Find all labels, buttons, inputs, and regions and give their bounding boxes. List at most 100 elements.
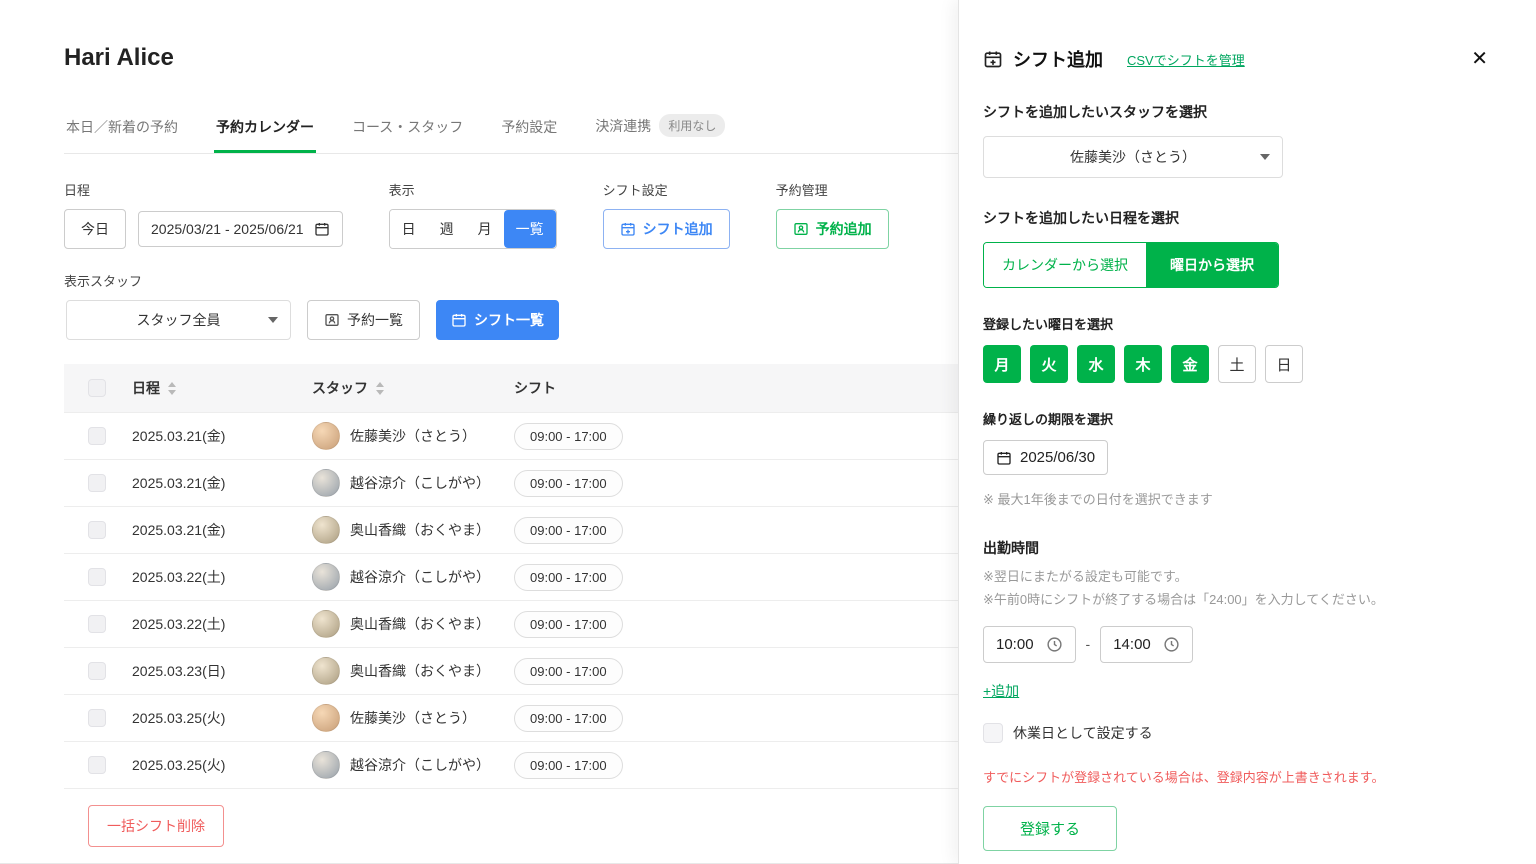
shift-setting-label: シフト設定 bbox=[603, 180, 730, 199]
drawer-staff-select[interactable]: 佐藤美沙（さとう） bbox=[983, 136, 1283, 178]
view-option-button[interactable]: 日 bbox=[390, 210, 428, 248]
time-range-row: 10:00 - 14:00 bbox=[983, 626, 1488, 663]
table-row[interactable]: 2025.03.22(土) 奥山香織（おくやま） 09:00 - 17:00 bbox=[64, 601, 958, 648]
mode-weekday-button[interactable]: 曜日から選択 bbox=[1146, 243, 1278, 287]
row-staff-name: 越谷涼介（こしがや） bbox=[350, 755, 490, 775]
clock-icon bbox=[1163, 636, 1180, 653]
weekday-label: 登録したい曜日を選択 bbox=[983, 314, 1488, 333]
main-content: Hari Alice 本日／新着の予約 予約カレンダー コース・スタッフ 予約設… bbox=[0, 0, 958, 864]
header-shift: シフト bbox=[502, 364, 958, 413]
date-range-input[interactable]: 2025/03/21 - 2025/06/21 bbox=[138, 211, 343, 247]
tab[interactable]: 予約カレンダー bbox=[214, 117, 316, 153]
today-button[interactable]: 今日 bbox=[64, 209, 126, 249]
row-checkbox[interactable] bbox=[88, 662, 106, 680]
view-option-button[interactable]: 一覧 bbox=[504, 210, 556, 248]
repeat-label: 繰り返しの期限を選択 bbox=[983, 409, 1488, 428]
close-icon[interactable]: ✕ bbox=[1471, 49, 1488, 69]
weekday-button[interactable]: 日 bbox=[1265, 345, 1303, 383]
end-time-input[interactable]: 14:00 bbox=[1100, 626, 1193, 663]
start-time-input[interactable]: 10:00 bbox=[983, 626, 1076, 663]
row-staff-name: 奥山香織（おくやま） bbox=[350, 661, 490, 681]
row-staff-name: 奥山香織（おくやま） bbox=[350, 520, 490, 540]
weekday-button[interactable]: 火 bbox=[1030, 345, 1068, 383]
shift-time-pill: 09:00 - 17:00 bbox=[514, 470, 623, 497]
sort-icon[interactable] bbox=[376, 382, 384, 395]
bulk-shift-delete-button[interactable]: 一括シフト削除 bbox=[88, 805, 224, 847]
clock-icon bbox=[1046, 636, 1063, 653]
sort-icon[interactable] bbox=[168, 382, 176, 395]
add-time-link[interactable]: +追加 bbox=[983, 681, 1019, 701]
avatar bbox=[312, 704, 340, 732]
person-badge-icon bbox=[324, 312, 340, 328]
tab[interactable]: 決済連携 利用なし bbox=[593, 114, 727, 153]
row-checkbox[interactable] bbox=[88, 568, 106, 586]
shift-setting-group: シフト設定 シフト追加 bbox=[603, 180, 730, 249]
holiday-checkbox[interactable] bbox=[983, 723, 1003, 743]
header-staff[interactable]: スタッフ bbox=[300, 364, 502, 413]
reservation-add-button[interactable]: 予約追加 bbox=[776, 209, 889, 249]
row-checkbox[interactable] bbox=[88, 521, 106, 539]
holiday-label: 休業日として設定する bbox=[1013, 723, 1153, 743]
weekday-button[interactable]: 木 bbox=[1124, 345, 1162, 383]
select-all-checkbox[interactable] bbox=[88, 379, 106, 397]
header-shift-label: シフト bbox=[514, 380, 556, 396]
tab-badge: 利用なし bbox=[659, 114, 725, 137]
date-filter-group: 日程 今日 2025/03/21 - 2025/06/21 bbox=[64, 180, 343, 249]
view-option-button[interactable]: 週 bbox=[428, 210, 466, 248]
row-checkbox[interactable] bbox=[88, 756, 106, 774]
reservation-add-button-label: 予約追加 bbox=[816, 219, 872, 239]
shift-add-drawer: シフト追加 CSVでシフトを管理 ✕ シフトを追加したいスタッフを選択 佐藤美沙… bbox=[958, 0, 1536, 864]
header-date-label: 日程 bbox=[132, 378, 160, 398]
calendar-plus-icon bbox=[983, 49, 1003, 69]
staff-select[interactable]: スタッフ全員 bbox=[66, 300, 291, 340]
table-row[interactable]: 2025.03.21(金) 奥山香織（おくやま） 09:00 - 17:00 bbox=[64, 507, 958, 554]
row-date: 2025.03.21(金) bbox=[120, 507, 300, 554]
table-row[interactable]: 2025.03.21(金) 越谷涼介（こしがや） 09:00 - 17:00 bbox=[64, 460, 958, 507]
table-header-row: 日程 スタッフ シフト bbox=[64, 364, 958, 413]
table-row[interactable]: 2025.03.25(火) 佐藤美沙（さとう） 09:00 - 17:00 bbox=[64, 695, 958, 742]
tab[interactable]: 予約設定 bbox=[499, 117, 559, 153]
csv-manage-link[interactable]: CSVでシフトを管理 bbox=[1127, 50, 1245, 69]
overwrite-warning: すでにシフトが登録されている場合は、登録内容が上書きされます。 bbox=[983, 767, 1488, 786]
shift-add-button[interactable]: シフト追加 bbox=[603, 209, 730, 249]
weekday-button[interactable]: 金 bbox=[1171, 345, 1209, 383]
row-checkbox[interactable] bbox=[88, 615, 106, 633]
avatar bbox=[312, 563, 340, 591]
weekday-button[interactable]: 水 bbox=[1077, 345, 1115, 383]
avatar bbox=[312, 516, 340, 544]
time-notes: ※翌日にまたがる設定も可能です。 ※午前0時にシフトが終了する場合は「24:00… bbox=[983, 566, 1488, 612]
submit-button[interactable]: 登録する bbox=[983, 806, 1117, 851]
table-row[interactable]: 2025.03.22(土) 越谷涼介（こしがや） 09:00 - 17:00 bbox=[64, 554, 958, 601]
calendar-plus-icon bbox=[620, 221, 636, 237]
weekday-button[interactable]: 土 bbox=[1218, 345, 1256, 383]
view-segmented: 日 週 月 一覧 bbox=[389, 209, 557, 249]
tab-label: 本日／新着の予約 bbox=[66, 117, 178, 137]
repeat-date-input[interactable]: 2025/06/30 bbox=[983, 440, 1108, 475]
shift-time-pill: 09:00 - 17:00 bbox=[514, 658, 623, 685]
header-date[interactable]: 日程 bbox=[120, 364, 300, 413]
mode-calendar-button[interactable]: カレンダーから選択 bbox=[984, 243, 1146, 287]
view-option-button[interactable]: 月 bbox=[466, 210, 504, 248]
avatar bbox=[312, 751, 340, 779]
tab-label: 決済連携 bbox=[595, 116, 651, 136]
tab[interactable]: 本日／新着の予約 bbox=[64, 117, 180, 153]
date-mode-segmented: カレンダーから選択 曜日から選択 bbox=[983, 242, 1279, 288]
row-checkbox[interactable] bbox=[88, 427, 106, 445]
avatar bbox=[312, 469, 340, 497]
weekday-button[interactable]: 月 bbox=[983, 345, 1021, 383]
shift-add-button-label: シフト追加 bbox=[643, 219, 713, 239]
shift-table-body: 2025.03.21(金) 佐藤美沙（さとう） 09:00 - 17:00 20… bbox=[64, 413, 958, 789]
reservation-list-button[interactable]: 予約一覧 bbox=[307, 300, 420, 340]
table-row[interactable]: 2025.03.25(火) 越谷涼介（こしがや） 09:00 - 17:00 bbox=[64, 742, 958, 789]
row-checkbox[interactable] bbox=[88, 709, 106, 727]
tab[interactable]: コース・スタッフ bbox=[350, 117, 465, 153]
row-checkbox[interactable] bbox=[88, 474, 106, 492]
row-staff-name: 越谷涼介（こしがや） bbox=[350, 473, 490, 493]
table-row[interactable]: 2025.03.21(金) 佐藤美沙（さとう） 09:00 - 17:00 bbox=[64, 413, 958, 460]
table-row[interactable]: 2025.03.23(日) 奥山香織（おくやま） 09:00 - 17:00 bbox=[64, 648, 958, 695]
tab-bar: 本日／新着の予約 予約カレンダー コース・スタッフ 予約設定 決済連携 利用なし bbox=[64, 114, 958, 154]
shift-list-button[interactable]: シフト一覧 bbox=[436, 300, 559, 340]
filter-bar: 日程 今日 2025/03/21 - 2025/06/21 表示 日 週 月 一… bbox=[64, 180, 958, 249]
reservation-label: 予約管理 bbox=[776, 180, 889, 199]
calendar-icon bbox=[451, 312, 467, 328]
